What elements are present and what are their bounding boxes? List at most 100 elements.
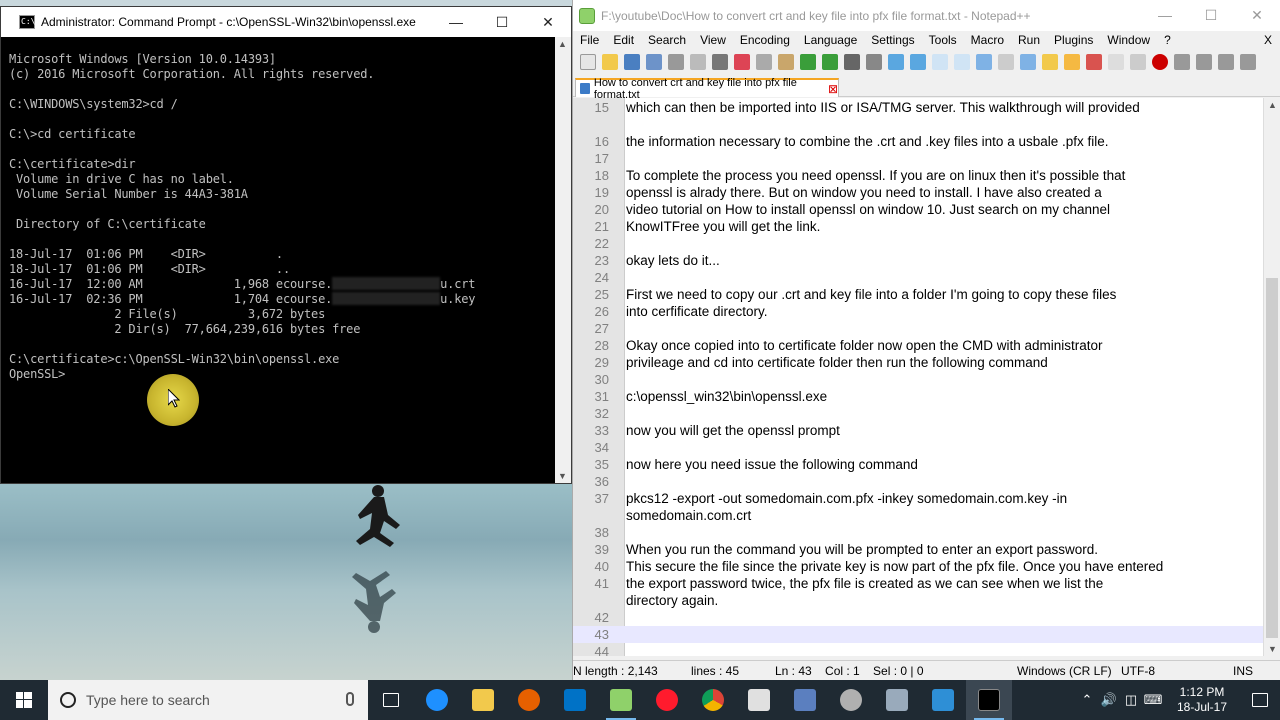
taskbar-outlook[interactable] <box>552 680 598 720</box>
taskbar-edge[interactable] <box>414 680 460 720</box>
menu-tools[interactable]: Tools <box>922 33 964 47</box>
menu-close-doc-button[interactable]: X <box>1257 33 1280 47</box>
status-insert-mode[interactable]: INS <box>1233 664 1253 678</box>
tray-chevron-icon[interactable]: ⌃ <box>1076 692 1098 708</box>
scroll-up-icon[interactable]: ▲ <box>558 39 567 49</box>
network-icon[interactable]: ◫ <box>1120 692 1142 708</box>
cmd-scrollbar[interactable]: ▲ ▼ <box>555 37 571 483</box>
taskbar-file-explorer[interactable] <box>460 680 506 720</box>
doc-map-icon[interactable] <box>1064 54 1080 70</box>
tab-close-icon[interactable]: ⊠ <box>828 82 838 96</box>
editor-line[interactable]: 28 Okay once copied into to certificate f… <box>573 337 1263 354</box>
editor-line[interactable]: 26 into cerfificate directory. <box>573 303 1263 320</box>
paste-icon[interactable] <box>778 54 794 70</box>
editor-line[interactable]: 44 <box>573 643 1263 660</box>
taskbar-chrome[interactable] <box>690 680 736 720</box>
zoom-out-icon[interactable] <box>910 54 926 70</box>
action-center-button[interactable] <box>1240 693 1280 707</box>
editor-line[interactable]: 24 <box>573 269 1263 286</box>
editor-line[interactable]: 36 <box>573 473 1263 490</box>
editor-line[interactable]: 23 okay lets do it... <box>573 252 1263 269</box>
editor-line[interactable]: 27 <box>573 320 1263 337</box>
editor-line[interactable]: 33 now you will get the openssl prompt <box>573 422 1263 439</box>
redo-icon[interactable] <box>822 54 838 70</box>
editor-line[interactable]: 43 <box>573 626 1263 643</box>
find-icon[interactable] <box>844 54 860 70</box>
npp-maximize-button[interactable]: ☐ <box>1188 0 1234 30</box>
close-file-icon[interactable] <box>668 54 684 70</box>
status-eol[interactable]: Windows (CR LF) <box>1017 664 1112 678</box>
word-wrap-icon[interactable] <box>976 54 992 70</box>
editor-line[interactable]: 18 To complete the process you need opens… <box>573 167 1263 184</box>
taskbar-app-2[interactable] <box>828 680 874 720</box>
cmd-maximize-button[interactable]: ☐ <box>479 7 525 37</box>
npp-titlebar[interactable]: F:\youtube\Doc\How to convert crt and ke… <box>573 0 1280 31</box>
editor-line[interactable]: 16 the information necessary to combine t… <box>573 133 1263 150</box>
scroll-down-icon[interactable]: ▼ <box>1268 644 1277 654</box>
text-editor[interactable]: 15 which can then be imported into IIS or… <box>573 98 1280 676</box>
macro-play-icon[interactable] <box>1196 54 1212 70</box>
macro-record-icon[interactable] <box>1152 54 1168 70</box>
menu-help[interactable]: ? <box>1157 33 1178 47</box>
editor-line[interactable]: 37 pkcs12 -export -out somedomain.com.pfx… <box>573 490 1263 507</box>
undo-icon[interactable] <box>800 54 816 70</box>
scroll-down-icon[interactable]: ▼ <box>558 471 567 481</box>
npp-minimize-button[interactable]: — <box>1142 0 1188 30</box>
editor-line[interactable]: 15 which can then be imported into IIS or… <box>573 99 1263 116</box>
status-encoding[interactable]: UTF-8 <box>1121 664 1155 678</box>
taskbar-opera[interactable] <box>644 680 690 720</box>
save-icon[interactable] <box>624 54 640 70</box>
indent-guide-icon[interactable] <box>1020 54 1036 70</box>
cmd-titlebar[interactable]: C:\ Administrator: Command Prompt - c:\O… <box>1 7 571 37</box>
show-all-chars-icon[interactable] <box>998 54 1014 70</box>
taskbar-firefox[interactable] <box>506 680 552 720</box>
editor-line[interactable]: directory again. <box>573 592 1263 609</box>
task-view-button[interactable] <box>368 680 414 720</box>
cmd-console-output[interactable]: Microsoft Windows [Version 10.0.14393] (c… <box>9 37 555 483</box>
replace-icon[interactable] <box>866 54 882 70</box>
npp-close-button[interactable]: ✕ <box>1234 0 1280 30</box>
editor-line[interactable]: 40 This secure the file since the private… <box>573 558 1263 575</box>
taskbar-app-4[interactable] <box>920 680 966 720</box>
sync-vertical-icon[interactable] <box>932 54 948 70</box>
editor-line[interactable]: 39 When you run the command you will be p… <box>573 541 1263 558</box>
editor-line[interactable]: 38 <box>573 524 1263 541</box>
taskbar-app-1[interactable] <box>782 680 828 720</box>
scroll-up-icon[interactable]: ▲ <box>1268 100 1277 110</box>
taskbar-command-prompt[interactable] <box>966 680 1012 720</box>
editor-line[interactable]: 30 <box>573 371 1263 388</box>
start-button[interactable] <box>0 680 48 720</box>
monitoring-icon[interactable] <box>1130 54 1146 70</box>
new-file-icon[interactable] <box>580 54 596 70</box>
editor-line[interactable]: 31 c:\openssl_win32\bin\openssl.exe <box>573 388 1263 405</box>
editor-line[interactable]: 42 <box>573 609 1263 626</box>
macro-run-multiple-icon[interactable] <box>1218 54 1234 70</box>
editor-line[interactable]: 29 privileage and cd into certificate fol… <box>573 354 1263 371</box>
zoom-in-icon[interactable] <box>888 54 904 70</box>
cut-icon[interactable] <box>734 54 750 70</box>
editor-line[interactable] <box>573 116 1263 133</box>
menu-search[interactable]: Search <box>641 33 693 47</box>
editor-line[interactable]: 25 First we need to copy our .crt and key… <box>573 286 1263 303</box>
menu-language[interactable]: Language <box>797 33 864 47</box>
document-tab[interactable]: How to convert crt and key file into pfx… <box>575 77 839 101</box>
editor-line[interactable]: 20 video tutorial on How to install opens… <box>573 201 1263 218</box>
menu-run[interactable]: Run <box>1011 33 1047 47</box>
menu-macro[interactable]: Macro <box>964 33 1011 47</box>
taskbar-notepadpp[interactable] <box>598 680 644 720</box>
notepadpp-window[interactable]: F:\youtube\Doc\How to convert crt and ke… <box>572 0 1280 680</box>
menu-settings[interactable]: Settings <box>864 33 921 47</box>
console-prompt[interactable]: OpenSSL> <box>9 367 555 382</box>
menu-encoding[interactable]: Encoding <box>733 33 797 47</box>
print-icon[interactable] <box>712 54 728 70</box>
editor-line[interactable]: somedomain.com.crt <box>573 507 1263 524</box>
copy-icon[interactable] <box>756 54 772 70</box>
macro-stop-icon[interactable] <box>1174 54 1190 70</box>
cmd-minimize-button[interactable]: — <box>433 7 479 37</box>
editor-line[interactable]: 17 <box>573 150 1263 167</box>
editor-line[interactable]: 21 KnowITFree you will get the link. <box>573 218 1263 235</box>
editor-line[interactable]: 41 the export password twice, the pfx fil… <box>573 575 1263 592</box>
volume-icon[interactable]: 🔊 <box>1098 692 1120 708</box>
taskbar-search-box[interactable]: Type here to search <box>48 680 368 720</box>
menu-view[interactable]: View <box>693 33 733 47</box>
